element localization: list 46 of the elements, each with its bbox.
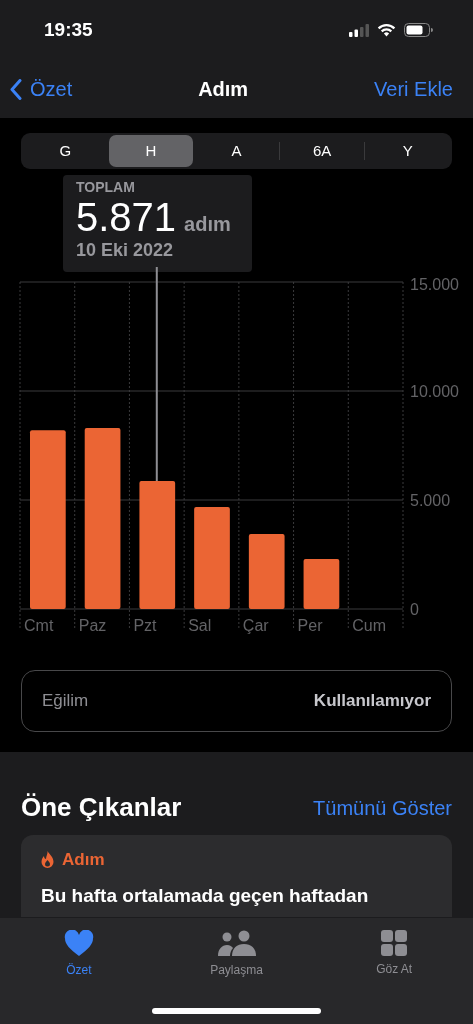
battery-icon — [404, 23, 433, 37]
add-data-button[interactable]: Veri Ekle — [374, 74, 453, 104]
axis-label: Paz — [78, 617, 107, 634]
bar[interactable] — [84, 428, 121, 609]
screen-title: Adım — [198, 77, 249, 102]
card-text: Bu hafta ortalamada geçen haftadan — [41, 884, 370, 907]
back-button[interactable]: Özet — [10, 74, 73, 104]
trend-value: Kullanılamıyor — [313, 690, 431, 713]
grid-icon — [381, 930, 408, 956]
bar[interactable] — [303, 559, 340, 609]
period-tab[interactable]: Y — [365, 135, 450, 167]
tab-bar-item[interactable]: Paylaşma — [157, 918, 316, 1024]
people-icon — [216, 930, 257, 957]
period-tab[interactable]: A — [194, 135, 279, 167]
trend-label: Eğilim — [42, 690, 89, 713]
axis-label: 0 — [410, 601, 419, 618]
axis-label: Pzt — [133, 617, 157, 634]
signal-icon — [349, 23, 369, 37]
axis-label: Cum — [352, 617, 387, 634]
clock: 19:35 — [44, 17, 93, 42]
tooltip-label: TOPLAM — [76, 179, 136, 195]
tab-bar-item[interactable]: Göz At — [315, 918, 473, 1024]
axis-label: Çar — [242, 617, 269, 634]
axis-label: 10.000 — [410, 383, 459, 400]
highlight-card[interactable]: Adım Bu hafta ortalamada geçen haftadan — [21, 835, 452, 918]
show-all-link[interactable]: Tümünü Göster — [313, 792, 452, 823]
back-icon — [10, 78, 22, 100]
tab-bar-item[interactable]: Özet — [0, 918, 158, 1024]
card-category: Adım — [62, 849, 105, 872]
axis-label: Cmt — [24, 617, 54, 634]
wifi-icon — [377, 23, 396, 37]
period-tab[interactable]: G — [23, 135, 108, 167]
section-heading: Öne Çıkanlar — [21, 792, 182, 824]
step-total: 5.871 — [76, 195, 177, 239]
axis-label: Sal — [188, 617, 212, 634]
unit-label: adım — [184, 212, 231, 237]
bar[interactable] — [139, 481, 176, 609]
flame-icon — [41, 851, 54, 869]
date-label: 10 Eki 2022 — [76, 239, 175, 261]
heart-icon — [63, 930, 94, 957]
period-tab[interactable]: 6A — [279, 135, 365, 167]
axis-label: 5.000 — [410, 492, 451, 509]
period-tab[interactable]: H — [108, 135, 194, 167]
axis-label: 15.000 — [410, 276, 459, 293]
bar[interactable] — [248, 534, 285, 609]
axis-label: Per — [297, 617, 323, 634]
